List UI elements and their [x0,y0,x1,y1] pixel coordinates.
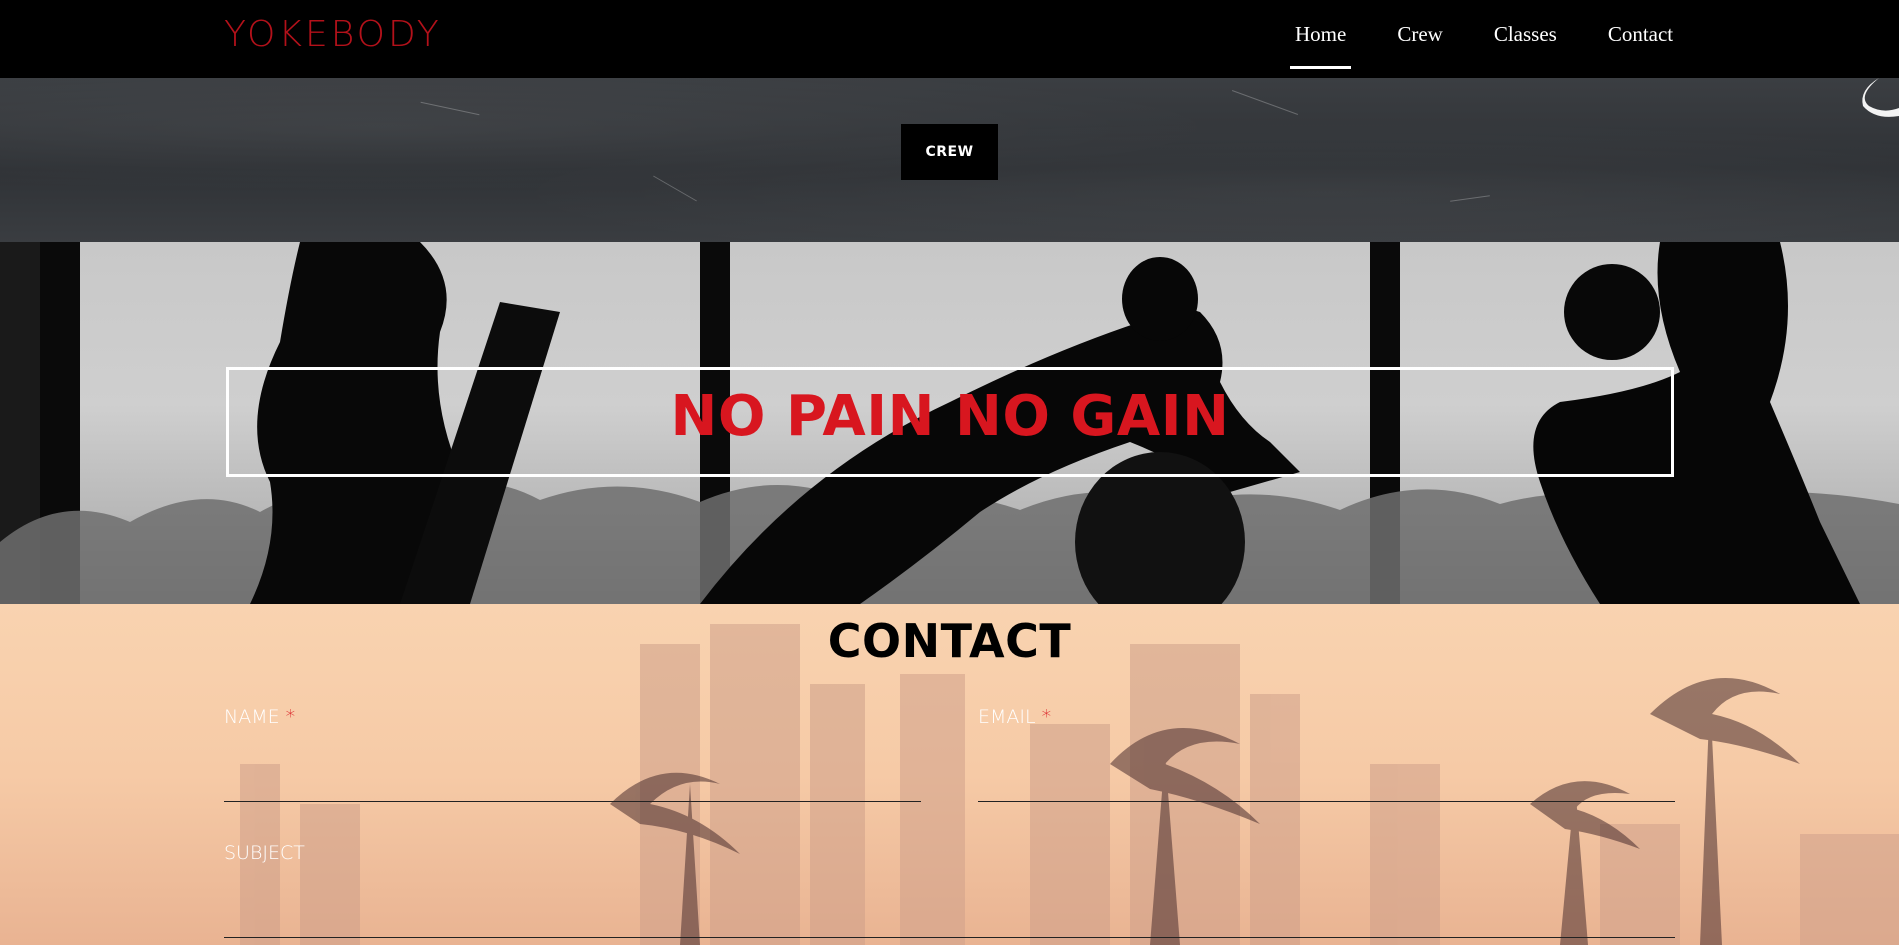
nav-link-crew[interactable]: Crew [1392,22,1448,47]
slogan-frame: NO PAIN NO GAIN [226,367,1674,477]
email-field[interactable] [978,766,1675,802]
crew-banner: CREW [0,78,1899,242]
contact-section: CONTACT NAME * EMAIL * SUBJECT [0,604,1899,945]
nav-menu: Home Crew Classes Contact [1290,22,1719,69]
hero-banner: NO PAIN NO GAIN [0,242,1899,604]
contact-heading: CONTACT [827,614,1072,668]
email-label-text: EMAIL [978,706,1036,728]
texture-scratch [653,175,697,202]
nav-link-contact[interactable]: Contact [1603,22,1678,47]
texture-scratch [1231,90,1299,115]
crew-button[interactable]: CREW [901,124,998,180]
required-asterisk: * [285,706,296,728]
name-label-text: NAME [224,706,280,728]
email-label: EMAIL * [978,706,1051,728]
top-navbar: YOKEBODY Home Crew Classes Contact [0,0,1899,78]
nav-link-home[interactable]: Home [1290,22,1352,69]
subject-label: SUBJECT [224,842,305,864]
required-asterisk: * [1041,706,1052,728]
name-field[interactable] [224,766,921,802]
subject-label-text: SUBJECT [224,842,305,864]
texture-scratch [420,101,480,116]
texture-scratch [1450,195,1490,202]
hero-slogan: NO PAIN NO GAIN [670,383,1230,449]
name-label: NAME * [224,706,295,728]
nav-link-classes[interactable]: Classes [1489,22,1562,47]
subject-field[interactable] [224,902,1675,938]
site-logo[interactable]: YOKEBODY [224,14,442,55]
decorative-swoosh-icon [1862,78,1899,117]
